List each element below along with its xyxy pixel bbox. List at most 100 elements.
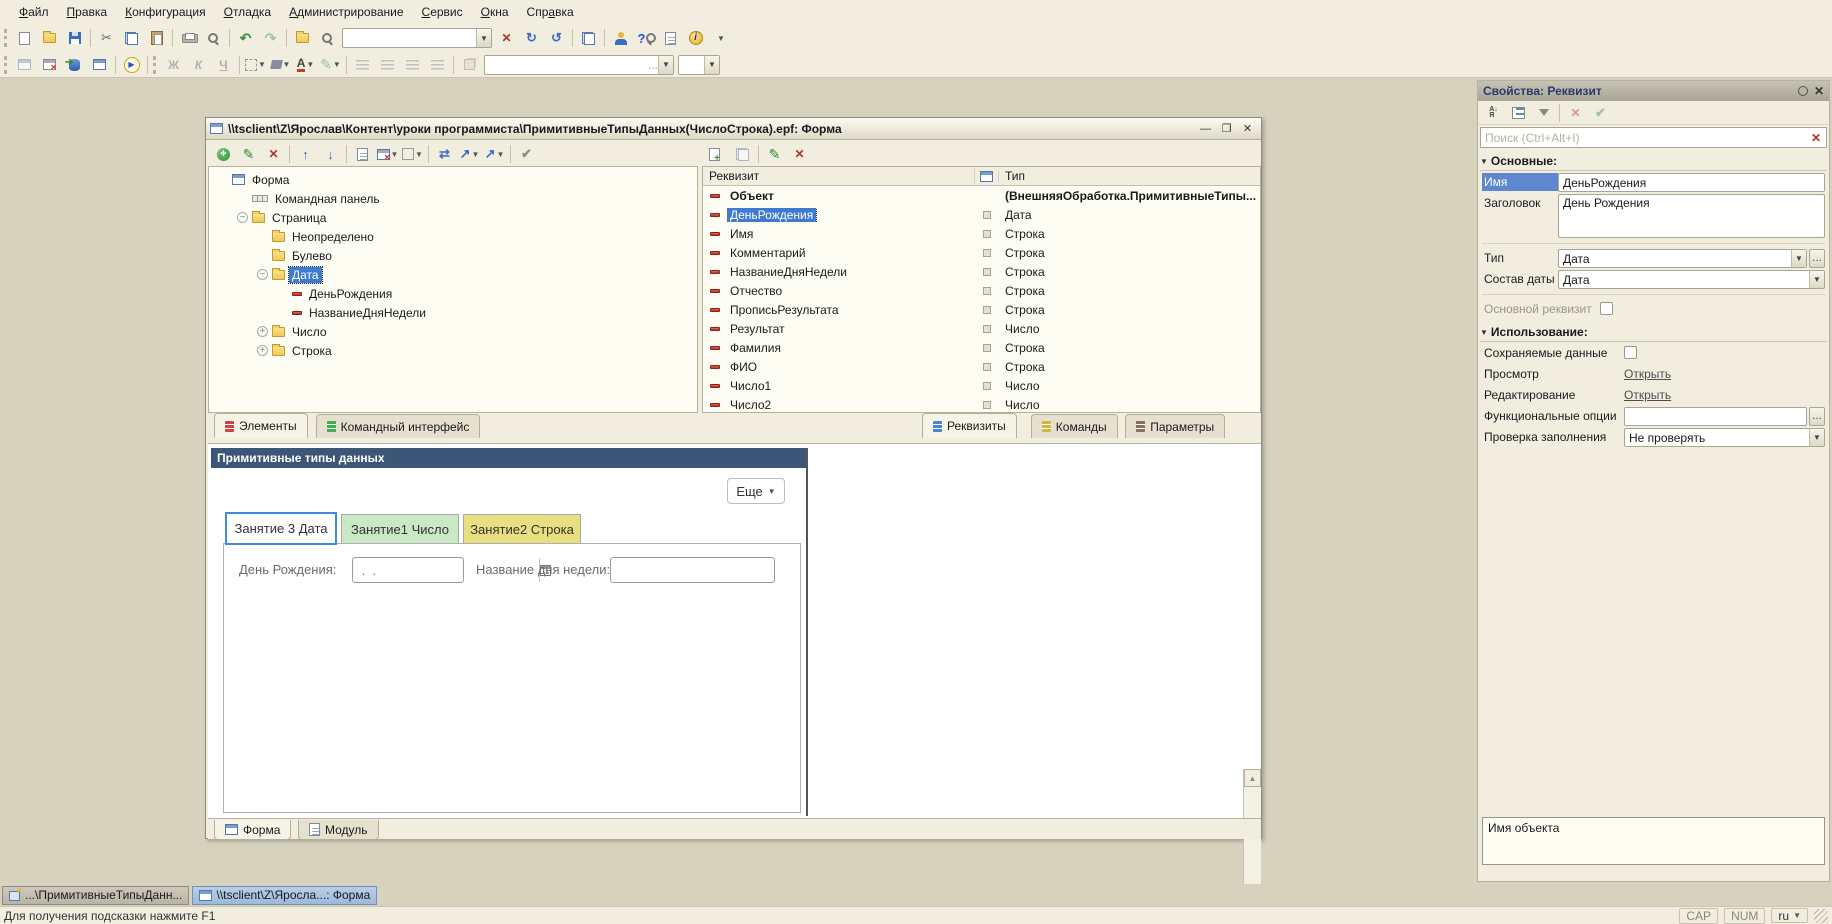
find-next-button[interactable]: ↻	[519, 27, 544, 49]
cancel-x-button[interactable]: ✕	[1563, 102, 1588, 124]
attribute-use-checkbox[interactable]	[975, 382, 999, 390]
attribute-use-checkbox[interactable]	[975, 344, 999, 352]
toolbar-grip[interactable]	[153, 56, 159, 74]
ellipsis-button[interactable]: ...	[1809, 407, 1825, 426]
taskbar-item-1[interactable]: ...\ПримитивныеТипыДанн...	[2, 886, 189, 905]
table-row[interactable]: ДеньРожденияДата	[703, 205, 1260, 224]
menu-окна[interactable]: Окна	[472, 2, 518, 22]
table-row[interactable]: Число2Число	[703, 395, 1260, 413]
zoom-button[interactable]	[315, 27, 340, 49]
attribute-use-checkbox[interactable]	[975, 249, 999, 257]
attribute-use-checkbox[interactable]	[975, 268, 999, 276]
tab-командный-интерфейс[interactable]: Командный интерфейс	[316, 414, 481, 438]
section-header[interactable]: ▼Использование:	[1480, 325, 1827, 342]
birthday-date-field[interactable]	[352, 557, 464, 583]
play-button[interactable]: ▶	[119, 54, 144, 76]
property-input[interactable]	[1624, 407, 1807, 426]
expand-icon[interactable]: +	[257, 345, 268, 356]
close-button[interactable]: ✕	[1238, 120, 1257, 137]
clear-search-icon[interactable]: ✕	[1806, 131, 1826, 145]
attribute-use-checkbox[interactable]	[975, 325, 999, 333]
add-col-button[interactable]	[730, 143, 755, 165]
check-elem-button[interactable]	[350, 143, 375, 165]
minimize-button[interactable]: —	[1196, 120, 1215, 137]
scroll-up-button[interactable]: ▲	[1244, 769, 1261, 787]
preview-tab-2[interactable]: Занятие1 Число	[341, 514, 459, 544]
window-close-button[interactable]	[37, 54, 62, 76]
chevron-down-icon[interactable]: ▼	[658, 56, 673, 74]
borders-button[interactable]: ▼	[243, 54, 268, 76]
chevron-down-icon[interactable]: ▼	[476, 29, 491, 47]
tab-команды[interactable]: Команды	[1031, 414, 1118, 438]
align-justify-button[interactable]	[425, 54, 450, 76]
toolbar-combobox[interactable]: ...▼	[484, 55, 674, 75]
table-row[interactable]: НазваниеДняНеделиСтрока	[703, 262, 1260, 281]
ellipsis-button[interactable]: ...	[1809, 249, 1825, 268]
copy-button[interactable]	[119, 27, 144, 49]
tab-элементы[interactable]: Элементы	[214, 413, 308, 438]
align-right-button[interactable]	[400, 54, 425, 76]
tree-item-страница[interactable]: −Страница	[209, 208, 697, 227]
collapse-icon[interactable]: −	[237, 212, 248, 223]
menu-сервис[interactable]: Сервис	[413, 2, 472, 22]
properties-titlebar[interactable]: Свойства: Реквизит ✕	[1478, 81, 1829, 101]
add-attr-button[interactable]: +	[705, 143, 730, 165]
pin-icon[interactable]	[1798, 86, 1808, 96]
tree-item-булево[interactable]: Булево	[209, 246, 697, 265]
tab-модуль[interactable]: Модуль	[298, 820, 379, 840]
table-row[interactable]: ФИОСтрока	[703, 357, 1260, 376]
delete-button[interactable]: ✕	[787, 143, 812, 165]
section-header[interactable]: ▼Основные:	[1480, 154, 1827, 171]
format-bold-button[interactable]: Ж	[161, 54, 186, 76]
down-button[interactable]: ↓	[318, 143, 343, 165]
find-prev-button[interactable]: ↺	[544, 27, 569, 49]
new-button[interactable]	[12, 27, 37, 49]
tree-item-командная панель[interactable]: Командная панель	[209, 189, 697, 208]
table-row[interactable]: РезультатЧисло	[703, 319, 1260, 338]
syntax-help-button[interactable]: ?	[633, 27, 658, 49]
attribute-use-checkbox[interactable]	[975, 287, 999, 295]
undo-button[interactable]: ↶	[233, 27, 258, 49]
toolbar-combobox[interactable]: ▼	[678, 55, 720, 75]
font-color-button[interactable]: А▼	[293, 54, 318, 76]
attribute-use-checkbox[interactable]	[975, 230, 999, 238]
align-center-button[interactable]	[375, 54, 400, 76]
attribute-use-checkbox[interactable]	[975, 401, 999, 409]
menu-справка[interactable]: Справка	[518, 2, 583, 22]
add-button[interactable]: +	[211, 143, 236, 165]
tree-item-форма[interactable]: Форма	[209, 170, 697, 189]
properties-search[interactable]: ✕	[1480, 127, 1827, 148]
close-x-button[interactable]: ✕	[494, 27, 519, 49]
tree-item-строка[interactable]: +Строка	[209, 341, 697, 360]
tree-item-деньрождения[interactable]: ДеньРождения	[209, 284, 697, 303]
column-header-use-icon[interactable]	[975, 171, 999, 182]
form-gray-button[interactable]	[12, 54, 37, 76]
menu-правка[interactable]: Правка	[58, 2, 117, 22]
chevron-down-icon[interactable]: ▼	[1809, 271, 1824, 288]
diag-combo-button[interactable]: ↗▼	[482, 143, 507, 165]
layout-combo-button[interactable]: ▼	[400, 143, 425, 165]
sort-az-button[interactable]: A↓Я	[1481, 102, 1506, 124]
swap-button[interactable]: ⇄	[432, 143, 457, 165]
table-row[interactable]: Объект(ВнешняяОбработка.ПримитивныеТипы.…	[703, 186, 1260, 205]
toolbar-grip[interactable]	[4, 56, 10, 74]
attribute-use-checkbox[interactable]	[975, 306, 999, 314]
funnel-button[interactable]	[1531, 102, 1556, 124]
chevron-down-icon[interactable]: ▼	[704, 56, 719, 74]
chevron-down-icon[interactable]: ▼	[1791, 250, 1806, 267]
check-button[interactable]: ✔	[514, 143, 539, 165]
pages-button[interactable]	[576, 27, 601, 49]
tree-view-button[interactable]	[1506, 102, 1531, 124]
property-combobox[interactable]: Не проверять▼	[1624, 428, 1825, 447]
edit-button[interactable]: ✎	[762, 143, 787, 165]
syntax-doc-button[interactable]	[658, 27, 683, 49]
search-combobox[interactable]: ▼	[342, 28, 492, 48]
table-row[interactable]: ИмяСтрока	[703, 224, 1260, 243]
client-form-button[interactable]	[87, 54, 112, 76]
tab-реквизиты[interactable]: Реквизиты	[922, 413, 1017, 438]
up-button[interactable]: ↑	[293, 143, 318, 165]
open-button[interactable]	[37, 27, 62, 49]
expand-icon[interactable]: +	[257, 326, 268, 337]
align-left-button[interactable]	[350, 54, 375, 76]
delete-button[interactable]: ✕	[261, 143, 286, 165]
